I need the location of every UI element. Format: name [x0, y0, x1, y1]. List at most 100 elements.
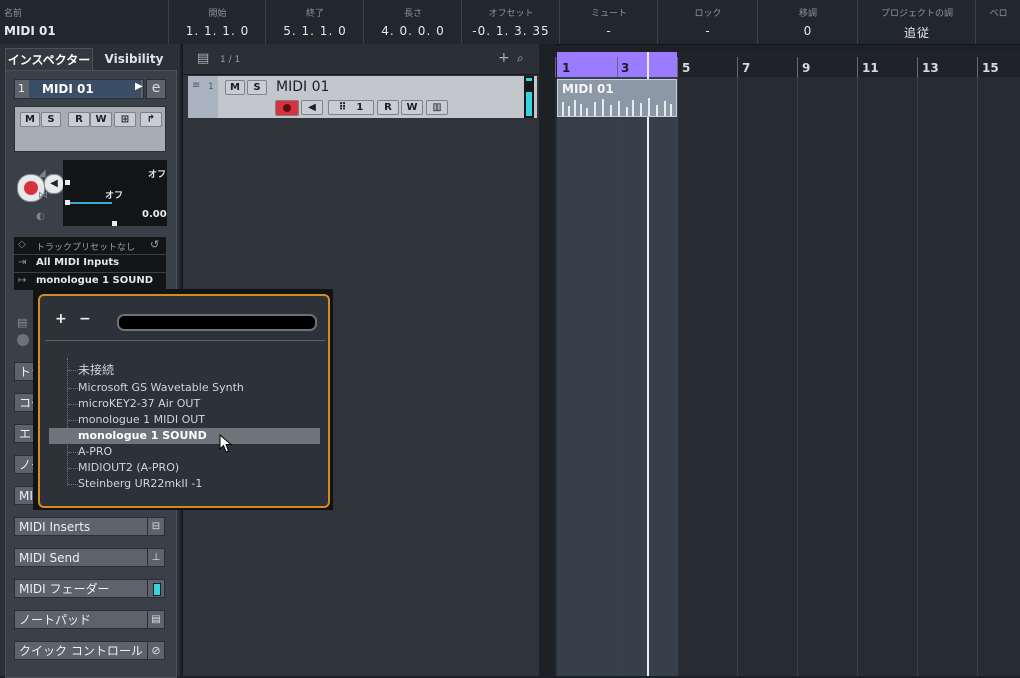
track-list-header: ▤ 1 / 1 + ⌕ [183, 44, 539, 75]
ruler-bar-number: 13 [922, 61, 939, 75]
search-input[interactable] [117, 314, 317, 331]
info-end[interactable]: 終了 5. 1. 1. 0 [265, 0, 364, 44]
track-name-bar[interactable]: 1 MIDI 01 ▶ [14, 79, 144, 99]
info-transpose[interactable]: 移調 0 [757, 0, 858, 44]
info-lock[interactable]: ロック - [657, 0, 758, 44]
output-routing-value: monologue 1 SOUND [36, 275, 154, 286]
ruler-bar-number: 15 [982, 61, 999, 75]
section-quick-controls[interactable]: クイック コントロール [14, 641, 153, 660]
list-item[interactable]: Steinberg UR22mkII -1 [49, 476, 320, 492]
pan-handle[interactable] [65, 200, 70, 205]
info-value[interactable]: 5. 1. 1. 0 [266, 24, 364, 38]
reload-icon[interactable]: ↺ [150, 238, 159, 251]
keyboard-icon[interactable]: ▥ [426, 100, 448, 115]
write-button[interactable]: W [401, 100, 423, 115]
volume-handle[interactable] [65, 180, 70, 185]
fader-icon[interactable] [147, 579, 165, 598]
tree-line [68, 468, 78, 469]
input-routing-value: All MIDI Inputs [36, 257, 120, 268]
ruler-bar-number: 1 [562, 61, 571, 75]
info-value[interactable]: MIDI 01 [4, 24, 168, 38]
popup-panel: + − 未接続 Microsoft GS Wavetable Synth mic… [38, 294, 330, 508]
grid-line [917, 77, 918, 676]
track-name[interactable]: MIDI 01 [42, 82, 94, 96]
solo-button[interactable]: S [41, 112, 61, 127]
read-button[interactable]: R [68, 112, 90, 127]
track-number: 1 [18, 82, 25, 95]
info-line: 名前 MIDI 01 開始 1. 1. 1. 0 終了 5. 1. 1. 0 長… [0, 0, 1020, 45]
section-midi-send[interactable]: MIDI Send [14, 548, 153, 567]
read-button[interactable]: R [377, 100, 399, 115]
list-item-selected[interactable]: monologue 1 SOUND [49, 428, 320, 444]
track-preset-row[interactable]: ◇ トラックプリセットなし ↺ [14, 237, 166, 254]
event-display[interactable]: MIDI 01 [555, 52, 1020, 676]
output-routing[interactable]: ↦ monologue 1 SOUND [14, 273, 166, 290]
mute-button[interactable]: M [225, 80, 245, 95]
remove-icon[interactable]: − [79, 311, 91, 327]
add-icon[interactable]: + [55, 311, 67, 327]
info-mute[interactable]: ミュート - [559, 0, 658, 44]
record-enable-button[interactable] [275, 100, 299, 116]
info-label: ミュート [590, 9, 627, 19]
list-item[interactable]: MIDIOUT2 (A-PRO) [49, 460, 320, 476]
track-row[interactable]: ≡ 1 M S MIDI 01 ◀ ⠿ 1 R W ▥ [188, 76, 537, 118]
tab-visibility[interactable]: Visibility [95, 48, 173, 70]
write-button[interactable]: W [90, 112, 112, 127]
solo-button[interactable]: S [247, 80, 267, 95]
chevron-right-icon: ▶ [135, 81, 143, 92]
list-item[interactable]: Microsoft GS Wavetable Synth [49, 380, 320, 396]
info-value[interactable]: 1. 1. 1. 0 [169, 24, 266, 38]
info-label: プロジェクトの調 [880, 9, 953, 19]
info-length[interactable]: 長さ 4. 0. 0. 0 [363, 0, 462, 44]
ruler-tick [857, 57, 858, 77]
info-value[interactable]: 4. 0. 0. 0 [364, 24, 462, 38]
track-name[interactable]: MIDI 01 [276, 79, 329, 95]
lock-icon[interactable]: ⊞ [114, 112, 136, 127]
volume-value[interactable]: オフ [148, 167, 166, 180]
mute-button[interactable]: M [20, 112, 40, 127]
mouse-cursor-icon [219, 434, 233, 453]
list-icon: ▤ [17, 316, 28, 329]
preset-icon: ◇ [18, 239, 26, 250]
delay-value[interactable]: 0.00 [142, 209, 167, 220]
input-routing[interactable]: ⇥ All MIDI Inputs [14, 255, 166, 272]
info-velocity[interactable]: ベロ [975, 0, 1020, 44]
transpose-icon[interactable]: ↱ [140, 112, 162, 127]
section-notepad[interactable]: ノートパッド [14, 610, 153, 629]
inserts-icon[interactable]: ⊟ [147, 517, 165, 536]
send-icon[interactable]: ⊥ [147, 548, 165, 567]
notepad-icon[interactable]: ▤ [147, 610, 165, 629]
ruler[interactable]: 1 3 5 7 9 11 13 15 [555, 52, 1020, 77]
section-midi-fader[interactable]: MIDI フェーダー [14, 579, 153, 598]
output-routing-popup: + − 未接続 Microsoft GS Wavetable Synth mic… [33, 289, 333, 510]
tab-inspector[interactable]: インスペクター [5, 48, 93, 71]
list-item[interactable]: microKEY2-37 Air OUT [49, 396, 320, 412]
info-value[interactable]: - [560, 24, 658, 38]
info-start[interactable]: 開始 1. 1. 1. 0 [168, 0, 266, 44]
info-name[interactable]: 名前 MIDI 01 [0, 0, 168, 44]
info-label: 移調 [798, 9, 817, 19]
list-item[interactable]: monologue 1 MIDI OUT [49, 412, 320, 428]
info-value[interactable]: 追従 [858, 24, 976, 41]
meter-peak [526, 78, 532, 81]
section-midi-inserts[interactable]: MIDI Inserts [14, 517, 153, 536]
quick-controls-icon[interactable]: ⊘ [147, 641, 165, 660]
midi-part[interactable]: MIDI 01 [557, 79, 677, 117]
record-icon [24, 181, 38, 195]
playhead-cursor[interactable] [647, 52, 649, 676]
info-value[interactable]: - [658, 24, 758, 38]
add-track-icon[interactable]: + [498, 50, 510, 66]
info-offset[interactable]: オフセット -0. 1. 3. 35 [461, 0, 560, 44]
pan-value[interactable]: オフ [105, 188, 123, 201]
search-icon[interactable]: ⌕ [517, 51, 524, 66]
delay-handle[interactable] [112, 221, 117, 226]
midi-channel[interactable]: ⠿ 1 [328, 100, 374, 115]
edit-instrument-icon[interactable]: e [146, 79, 166, 99]
list-item-disconnected[interactable]: 未接続 [49, 362, 320, 378]
info-project-key[interactable]: プロジェクトの調 追従 [857, 0, 976, 44]
track-list-menu-icon[interactable]: ▤ [197, 51, 209, 66]
monitor-button[interactable]: ◀ [301, 100, 323, 115]
info-value[interactable]: 0 [758, 24, 858, 38]
list-item[interactable]: A-PRO [49, 444, 320, 460]
info-value[interactable]: -0. 1. 3. 35 [462, 24, 560, 38]
